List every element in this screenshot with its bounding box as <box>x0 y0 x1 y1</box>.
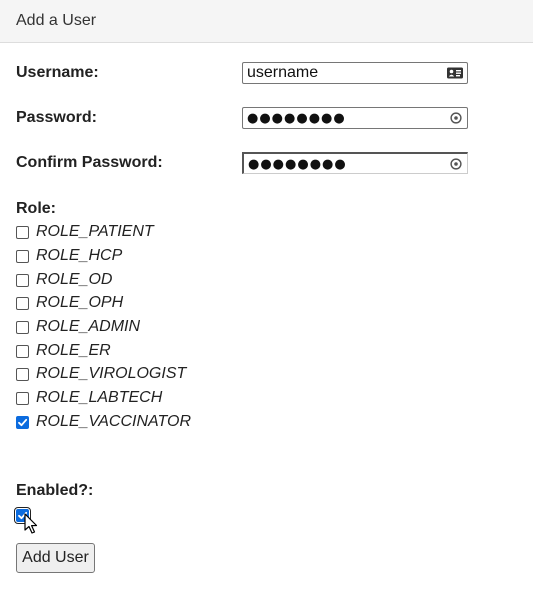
role-option-labtech[interactable]: ROLE_LABTECH <box>16 387 162 409</box>
role-option-virologist[interactable]: ROLE_VIROLOGIST <box>16 363 186 385</box>
role-option-od[interactable]: ROLE_OD <box>16 269 112 291</box>
username-label: Username: <box>16 64 99 81</box>
role-checkbox[interactable] <box>16 320 29 334</box>
role-checkbox[interactable] <box>16 391 29 405</box>
key-reveal-icon <box>450 158 462 170</box>
checkmark-icon <box>18 418 28 426</box>
role-option-label: ROLE_LABTECH <box>36 389 163 406</box>
role-checkbox[interactable] <box>16 249 29 263</box>
panel-title: Add a User <box>16 12 97 29</box>
role-option-label: ROLE_ER <box>36 342 111 359</box>
role-option-patient[interactable]: ROLE_PATIENT <box>16 221 154 243</box>
role-option-oph[interactable]: ROLE_OPH <box>16 292 123 314</box>
role-option-label: ROLE_OPH <box>36 294 124 311</box>
role-option-admin[interactable]: ROLE_ADMIN <box>16 316 140 338</box>
role-option-vaccinator[interactable]: ROLE_VACCINATOR <box>16 411 191 433</box>
role-option-label: ROLE_HCP <box>36 247 123 264</box>
role-checkbox-checked[interactable] <box>16 415 29 429</box>
username-input[interactable]: username <box>242 62 468 84</box>
password-value: ●●●●●●●● <box>247 111 346 126</box>
contact-card-icon <box>447 67 463 79</box>
password-label: Password: <box>16 109 97 126</box>
role-option-label: ROLE_PATIENT <box>36 223 154 240</box>
role-label: Role: <box>16 200 56 217</box>
confirm-password-input[interactable]: ●●●●●●●● <box>242 152 468 174</box>
role-checkbox[interactable] <box>16 367 29 381</box>
key-reveal-icon <box>450 112 462 124</box>
role-option-label: ROLE_OD <box>36 271 113 288</box>
role-option-er[interactable]: ROLE_ER <box>16 340 111 362</box>
mouse-pointer-icon <box>24 513 38 534</box>
username-value: username <box>247 64 319 81</box>
role-option-label: ROLE_VIROLOGIST <box>36 365 187 382</box>
role-checkbox[interactable] <box>16 296 29 310</box>
panel-heading: Add a User <box>0 0 533 43</box>
role-checkbox[interactable] <box>16 273 29 287</box>
role-option-label: ROLE_ADMIN <box>36 318 141 335</box>
password-input[interactable]: ●●●●●●●● <box>242 107 468 129</box>
role-option-label: ROLE_VACCINATOR <box>36 413 192 430</box>
role-checkbox[interactable] <box>16 344 29 358</box>
role-option-hcp[interactable]: ROLE_HCP <box>16 245 122 267</box>
enabled-label: Enabled?: <box>16 482 94 499</box>
role-checkbox[interactable] <box>16 225 29 239</box>
add-user-button[interactable]: Add User <box>16 543 95 573</box>
confirm-password-label: Confirm Password: <box>16 154 163 171</box>
confirm-password-value: ●●●●●●●● <box>248 157 347 172</box>
